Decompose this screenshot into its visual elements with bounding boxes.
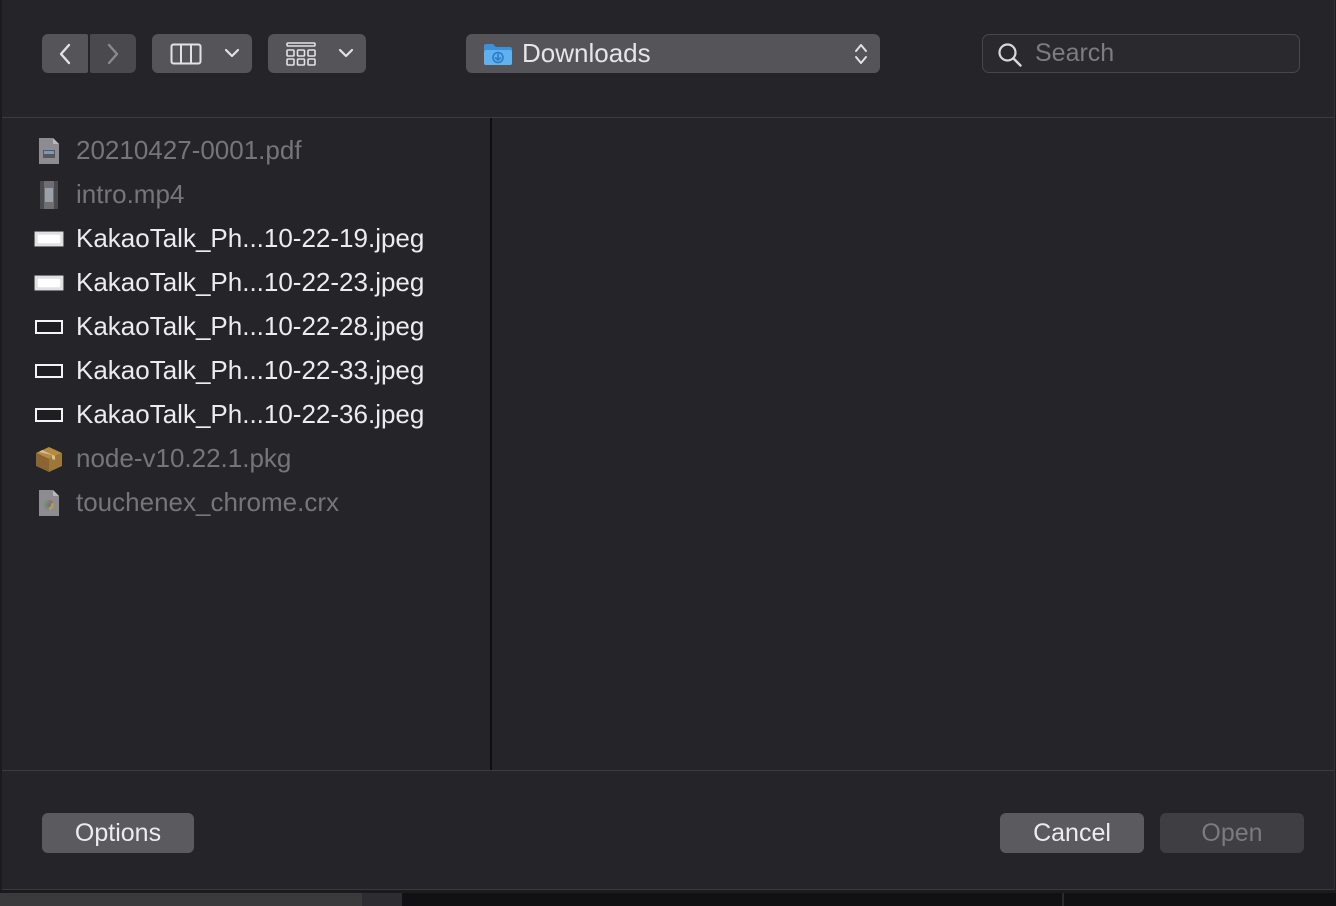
file-name: node-v10.22.1.pkg xyxy=(76,443,292,473)
pdf-file-icon xyxy=(34,136,64,166)
cancel-button[interactable]: Cancel xyxy=(1000,813,1144,853)
background-window-tab xyxy=(0,893,362,906)
image-file-icon xyxy=(34,224,64,254)
file-list-column[interactable]: 20210427-0001.pdf intro.mp4 KakaoTalk_Ph… xyxy=(2,118,492,770)
file-name: touchenex_chrome.crx xyxy=(76,487,340,517)
file-row[interactable]: KakaoTalk_Ph...10-22-36.jpeg xyxy=(2,392,488,436)
file-row[interactable]: touchenex_chrome.crx xyxy=(2,480,488,524)
chevron-down-icon xyxy=(224,48,240,58)
video-file-icon xyxy=(34,180,64,210)
chrome-extension-icon xyxy=(34,488,64,518)
open-button[interactable]: Open xyxy=(1160,813,1304,853)
preview-pane xyxy=(492,118,1334,770)
image-file-icon xyxy=(34,312,64,342)
dialog-footer: Options Cancel Open xyxy=(2,770,1334,890)
columns-icon xyxy=(170,43,202,64)
search-field[interactable] xyxy=(982,34,1300,73)
file-row[interactable]: intro.mp4 xyxy=(2,172,488,216)
search-input[interactable] xyxy=(1035,37,1285,70)
background-window-edge xyxy=(0,893,1336,906)
back-button[interactable] xyxy=(42,34,88,73)
file-row[interactable]: KakaoTalk_Ph...10-22-19.jpeg xyxy=(2,216,488,260)
image-file-icon xyxy=(34,400,64,430)
file-browser: 20210427-0001.pdf intro.mp4 KakaoTalk_Ph… xyxy=(2,118,1334,770)
chevron-left-icon xyxy=(59,43,71,64)
downloads-folder-icon xyxy=(484,44,512,65)
chevron-right-icon xyxy=(107,43,119,64)
image-file-icon xyxy=(34,356,64,386)
package-icon xyxy=(34,444,64,474)
search-icon xyxy=(998,43,1022,67)
background-window-tab xyxy=(362,893,402,906)
file-name: KakaoTalk_Ph...10-22-36.jpeg xyxy=(76,399,425,429)
grid-icon xyxy=(286,41,316,66)
divider xyxy=(1062,893,1064,906)
file-row[interactable]: KakaoTalk_Ph...10-22-28.jpeg xyxy=(2,304,488,348)
file-name: intro.mp4 xyxy=(76,179,185,209)
image-file-icon xyxy=(34,268,64,298)
file-name: 20210427-0001.pdf xyxy=(76,135,302,165)
forward-button[interactable] xyxy=(90,34,136,73)
column-view-button[interactable] xyxy=(152,34,252,73)
file-name: KakaoTalk_Ph...10-22-33.jpeg xyxy=(76,355,425,385)
file-row[interactable]: 20210427-0001.pdf xyxy=(2,128,488,172)
location-popup[interactable]: Downloads xyxy=(466,34,880,73)
group-view-button[interactable] xyxy=(268,34,366,73)
file-row[interactable]: KakaoTalk_Ph...10-22-23.jpeg xyxy=(2,260,488,304)
file-name: KakaoTalk_Ph...10-22-19.jpeg xyxy=(76,223,425,253)
toolbar: Downloads xyxy=(2,0,1334,118)
location-label: Downloads xyxy=(522,38,651,68)
open-file-dialog: Downloads Search 20210427-0001.pdf intro… xyxy=(2,0,1335,890)
options-button[interactable]: Options xyxy=(42,813,194,853)
chevron-down-icon xyxy=(338,48,354,58)
up-down-arrows-icon xyxy=(855,44,867,64)
file-name: KakaoTalk_Ph...10-22-23.jpeg xyxy=(76,267,425,297)
file-name: KakaoTalk_Ph...10-22-28.jpeg xyxy=(76,311,425,341)
file-row[interactable]: node-v10.22.1.pkg xyxy=(2,436,488,480)
file-row[interactable]: KakaoTalk_Ph...10-22-33.jpeg xyxy=(2,348,488,392)
